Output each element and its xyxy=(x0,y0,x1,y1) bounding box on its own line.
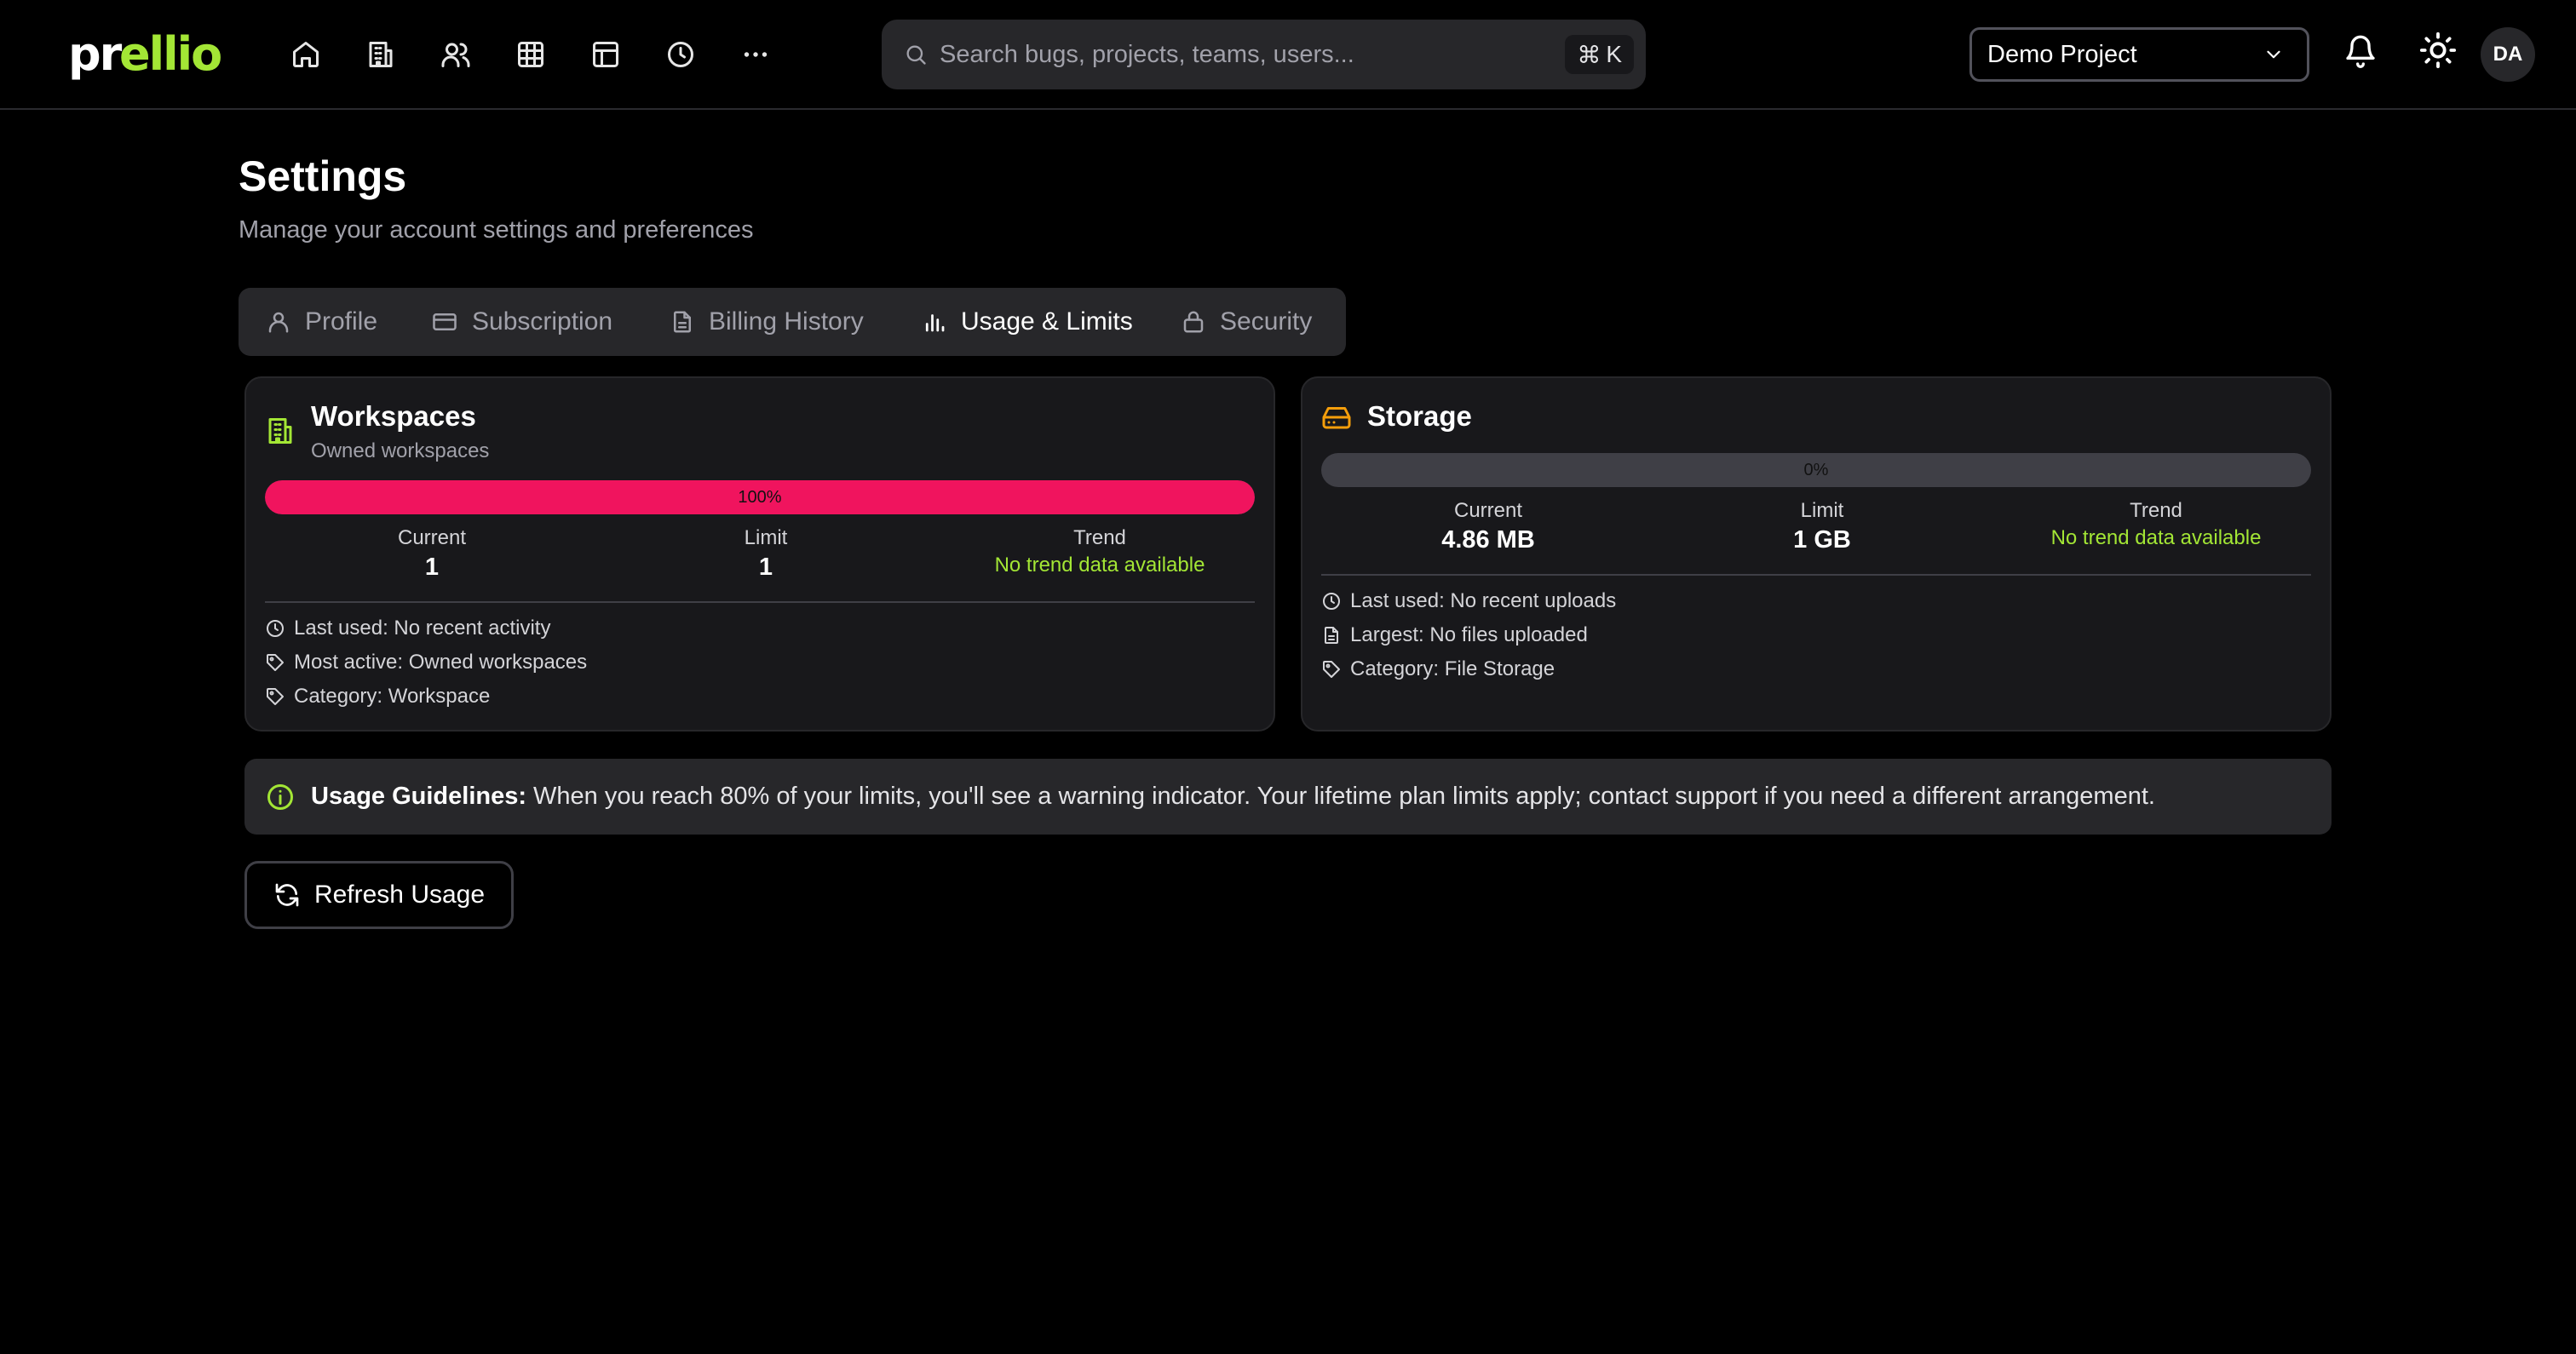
refresh-icon xyxy=(273,881,301,909)
svg-text:pr: pr xyxy=(68,27,123,81)
building-icon[interactable] xyxy=(360,34,401,75)
workspaces-category: Category: Workspace xyxy=(265,685,490,709)
workspaces-trend-stat: Trend No trend data available xyxy=(933,526,1267,577)
search-icon xyxy=(904,43,928,66)
user-icon xyxy=(266,309,291,335)
storage-trend-stat: Trend No trend data available xyxy=(1989,499,2323,550)
building-icon xyxy=(265,416,296,446)
workspaces-last-used: Last used: No recent activity xyxy=(265,617,550,640)
tag-icon xyxy=(265,686,285,707)
document-icon xyxy=(670,309,695,335)
users-icon[interactable] xyxy=(435,34,476,75)
stat-value: 1 xyxy=(758,554,773,581)
tab-billing-history[interactable]: Billing History xyxy=(670,288,864,356)
theme-toggle-sun-icon[interactable] xyxy=(2418,31,2458,70)
shortcut-key: K xyxy=(1606,41,1622,67)
document-icon xyxy=(1321,625,1342,645)
tab-usage-limits[interactable]: Usage & Limits xyxy=(922,288,1133,356)
stat-value: 1 GB xyxy=(1793,526,1851,554)
workspaces-limit-stat: Limit 1 xyxy=(599,526,933,582)
credit-card-icon xyxy=(431,309,458,335)
usage-guidelines-banner: Usage Guidelines: When you reach 80% of … xyxy=(244,759,2332,835)
svg-text:ellio: ellio xyxy=(119,27,221,81)
home-icon[interactable] xyxy=(285,34,326,75)
divider xyxy=(1321,574,2311,576)
meta-text: Last used: No recent uploads xyxy=(1350,589,1617,612)
tab-label: Security xyxy=(1220,307,1313,336)
layout-icon[interactable] xyxy=(585,34,626,75)
tag-icon xyxy=(265,652,285,673)
user-avatar[interactable]: DA xyxy=(2481,27,2535,82)
guidelines-title: Usage Guidelines: xyxy=(311,783,527,810)
storage-usage-bar: 0% xyxy=(1321,453,2311,487)
storage-limit-stat: Limit 1 GB xyxy=(1655,499,1989,554)
clock-icon xyxy=(1321,591,1342,611)
tag-icon xyxy=(1321,659,1342,680)
stat-label: Trend xyxy=(1073,526,1126,549)
workspaces-title: Workspaces xyxy=(311,400,476,432)
clock-icon xyxy=(265,618,285,639)
info-icon xyxy=(265,782,296,812)
global-search[interactable]: Search bugs, projects, teams, users... ⌘… xyxy=(882,20,1646,89)
top-navbar: pr ellio Search bugs, projects, teams, u… xyxy=(0,0,2576,110)
meta-text: Most active: Owned workspaces xyxy=(294,651,588,674)
storage-card: Storage 0% Current 4.86 MB Limit 1 GB Tr… xyxy=(1301,376,2332,732)
refresh-usage-button[interactable]: Refresh Usage xyxy=(244,861,514,929)
workspaces-card: Workspaces Owned workspaces 100% Current… xyxy=(244,376,1275,732)
stat-value: 1 xyxy=(424,554,440,581)
stat-value: 4.86 MB xyxy=(1441,526,1535,554)
trend-value: No trend data available xyxy=(994,554,1205,577)
meta-text: Category: File Storage xyxy=(1350,657,1555,680)
trend-value: No trend data available xyxy=(2050,526,2262,549)
refresh-usage-label: Refresh Usage xyxy=(313,881,486,909)
settings-tabs: Profile Subscription Billing History Usa… xyxy=(239,288,1346,356)
tab-label: Usage & Limits xyxy=(961,307,1133,336)
workspaces-usage-percent: 100% xyxy=(738,487,782,507)
lock-icon xyxy=(1181,309,1206,335)
tab-profile[interactable]: Profile xyxy=(266,288,377,356)
stat-label: Limit xyxy=(1800,499,1844,522)
storage-usage-percent: 0% xyxy=(1803,460,1829,479)
tab-label: Profile xyxy=(305,307,378,336)
storage-title: Storage xyxy=(1367,400,1472,432)
more-icon[interactable] xyxy=(735,34,776,75)
storage-largest: Largest: No files uploaded xyxy=(1321,623,1588,647)
storage-last-used: Last used: No recent uploads xyxy=(1321,589,1616,613)
workspaces-subtitle: Owned workspaces xyxy=(311,439,490,462)
tab-label: Billing History xyxy=(709,307,864,336)
meta-text: Largest: No files uploaded xyxy=(1350,623,1588,646)
divider xyxy=(265,601,1255,603)
tab-label: Subscription xyxy=(472,307,613,336)
tab-subscription[interactable]: Subscription xyxy=(431,288,612,356)
command-key: ⌘ xyxy=(1577,41,1601,68)
stat-label: Trend xyxy=(2130,499,2182,522)
prellio-logo[interactable]: pr ellio xyxy=(68,27,221,82)
clock-icon[interactable] xyxy=(660,34,701,75)
search-input[interactable]: Search bugs, projects, teams, users... xyxy=(940,41,1565,69)
guidelines-text: When you reach 80% of your limits, you'l… xyxy=(533,783,2155,810)
storage-category: Category: File Storage xyxy=(1321,657,1555,681)
meta-text: Last used: No recent activity xyxy=(294,617,551,640)
stat-label: Current xyxy=(397,526,467,549)
hard-drive-icon xyxy=(1321,402,1352,433)
tab-security[interactable]: Security xyxy=(1181,288,1312,356)
search-shortcut-badge: ⌘ K xyxy=(1565,35,1634,74)
stat-label: Current xyxy=(1453,499,1523,522)
workspaces-most-active: Most active: Owned workspaces xyxy=(265,651,587,674)
notifications-bell-icon[interactable] xyxy=(2343,34,2378,68)
meta-text: Category: Workspace xyxy=(294,685,491,708)
bar-chart-icon xyxy=(922,309,947,335)
workspaces-usage-bar: 100% xyxy=(265,480,1255,514)
project-selector[interactable]: Demo Project xyxy=(1969,27,2309,82)
workspaces-current-stat: Current 1 xyxy=(265,526,599,582)
chevron-down-icon xyxy=(2263,43,2285,66)
stat-label: Limit xyxy=(744,526,788,549)
grid-icon[interactable] xyxy=(510,34,551,75)
page-title: Settings xyxy=(239,152,407,200)
project-selector-value: Demo Project xyxy=(1987,40,2137,68)
page-subtitle: Manage your account settings and prefere… xyxy=(239,216,754,244)
storage-current-stat: Current 4.86 MB xyxy=(1321,499,1655,554)
